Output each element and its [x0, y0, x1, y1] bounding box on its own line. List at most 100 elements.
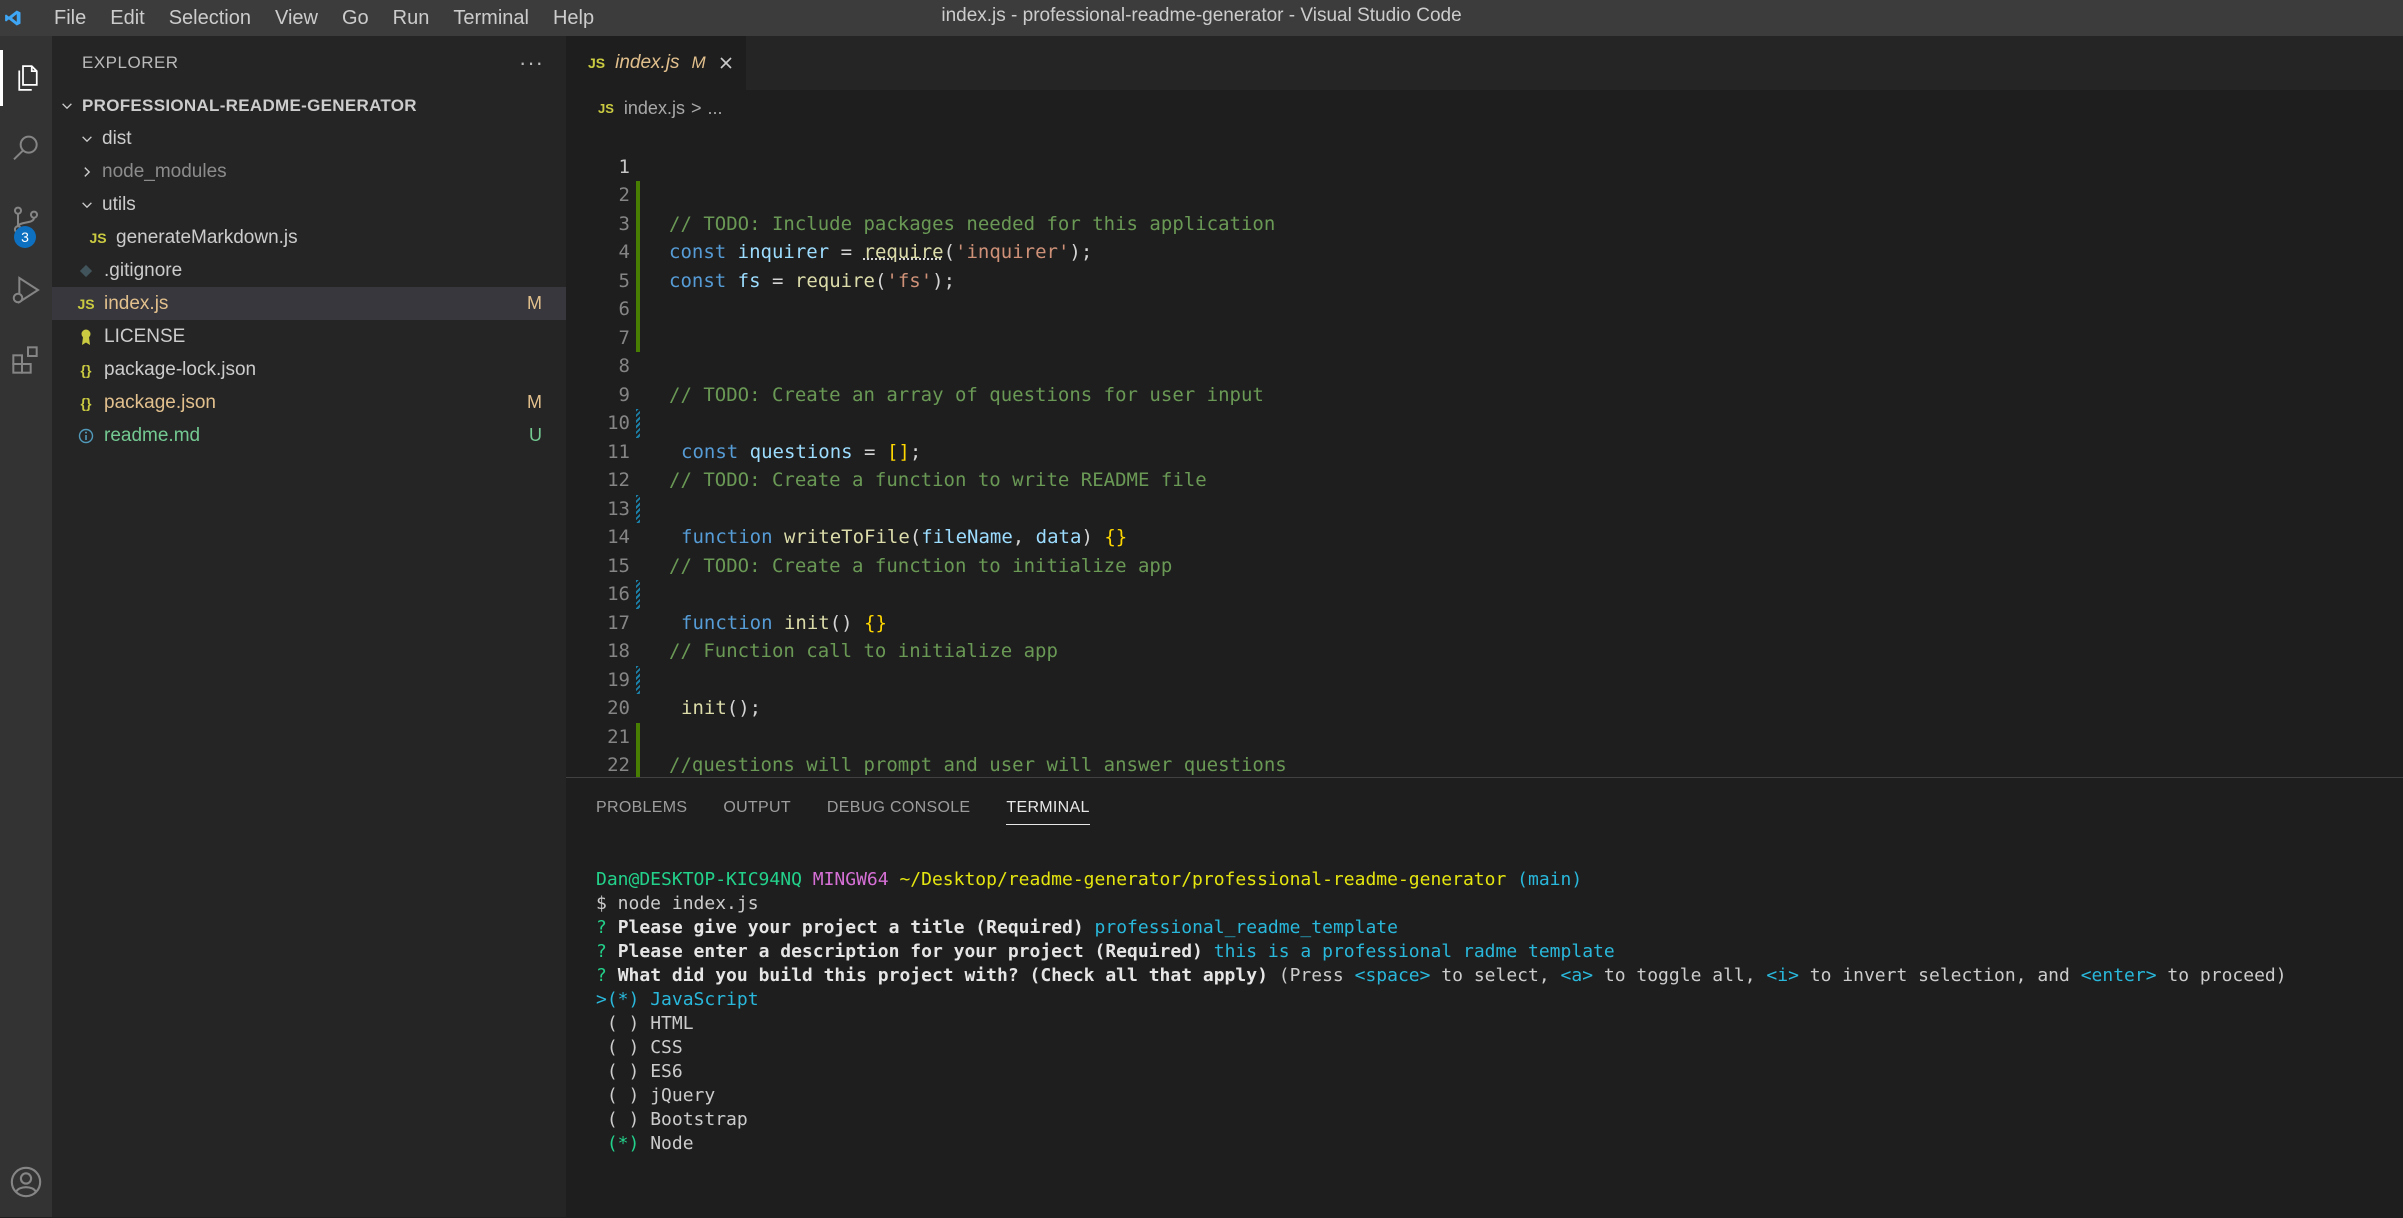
- code-line: 15 function init() {}: [566, 523, 2403, 634]
- menu-run[interactable]: Run: [381, 0, 442, 36]
- explorer-title: EXPLORER: [82, 53, 179, 72]
- checkbox-option[interactable]: ( ) HTML: [596, 1012, 2403, 1036]
- accounts-icon[interactable]: [0, 1154, 52, 1210]
- panel-tab-bar: PROBLEMS OUTPUT DEBUG CONSOLE TERMINAL: [566, 778, 2403, 838]
- js-file-icon: JS: [588, 55, 606, 71]
- tab-modified-indicator: M: [691, 53, 706, 72]
- explorer-sidebar: EXPLORER ··· PROFESSIONAL-README-GENERAT…: [52, 36, 566, 1217]
- close-icon[interactable]: [718, 55, 734, 71]
- code-line: 16: [566, 552, 2403, 605]
- code-line: 18 init();: [566, 609, 2403, 719]
- hint-text: to toggle all,: [1593, 965, 1767, 986]
- terminal-command: $ node index.js: [596, 893, 759, 914]
- source-control-icon[interactable]: 3: [0, 192, 52, 248]
- project-folder[interactable]: PROFESSIONAL-README-GENERATOR: [52, 90, 566, 122]
- key-hint: <a>: [1560, 965, 1594, 986]
- menu-terminal[interactable]: Terminal: [441, 0, 541, 36]
- code-line: 21: [566, 694, 2403, 777]
- tree-item-label: .gitignore: [104, 259, 183, 281]
- code-line: 11 // TODO: Create a function to write R…: [566, 409, 2403, 492]
- activity-bar: 3: [0, 36, 52, 1217]
- code-editor[interactable]: 1 // TODO: Include packages needed for t…: [566, 124, 2403, 777]
- option-marker: ( ): [596, 1013, 651, 1034]
- bottom-panel: PROBLEMS OUTPUT DEBUG CONSOLE TERMINAL D…: [566, 777, 2403, 1218]
- menu-go[interactable]: Go: [330, 0, 381, 36]
- chevron-down-icon: [58, 97, 76, 115]
- question-text: Please enter a description for your proj…: [617, 941, 1203, 962]
- tab-terminal[interactable]: TERMINAL: [1006, 792, 1090, 825]
- tree-item-package-json[interactable]: {} package.json M: [52, 386, 566, 419]
- checkbox-option[interactable]: ( ) ES6: [596, 1060, 2403, 1084]
- checkbox-option[interactable]: (*) Node: [596, 1132, 2403, 1156]
- question-answer: this is a professional radme template: [1213, 941, 1615, 962]
- tree-item-label: node_modules: [102, 160, 227, 182]
- code-line: 3 const fs = require('fs');: [566, 181, 2403, 292]
- checkbox-option[interactable]: >(*) JavaScript: [596, 988, 2403, 1012]
- tree-item-label: package-lock.json: [104, 358, 257, 380]
- menu-edit[interactable]: Edit: [98, 0, 156, 36]
- tree-item-gitignore[interactable]: .gitignore: [52, 254, 566, 287]
- checkbox-option[interactable]: ( ) CSS: [596, 1036, 2403, 1060]
- tree-item-dist[interactable]: dist: [52, 122, 566, 155]
- breadcrumb-file[interactable]: index.js: [624, 98, 685, 119]
- editor-tab-bar: JS index.js M: [566, 36, 2403, 90]
- option-label: HTML: [650, 1013, 694, 1034]
- terminal[interactable]: Dan@DESKTOP-KIC94NQ MINGW64 ~/Desktop/re…: [596, 868, 2403, 1156]
- terminal-path: ~/Desktop/readme-generator/professional-…: [899, 869, 1507, 890]
- tab-problems[interactable]: PROBLEMS: [596, 792, 687, 824]
- code-line: 5: [566, 238, 2403, 324]
- tree-item-package-lock[interactable]: {} package-lock.json: [52, 353, 566, 386]
- menu-view[interactable]: View: [263, 0, 330, 36]
- source-control-badge: 3: [14, 226, 36, 248]
- option-label: ES6: [650, 1061, 683, 1082]
- git-status-untracked: U: [529, 425, 542, 445]
- tree-item-readme[interactable]: readme.md U: [52, 419, 566, 452]
- code-line: 19: [566, 637, 2403, 691]
- tree-item-label: utils: [102, 193, 136, 215]
- tree-item-utils[interactable]: utils: [52, 188, 566, 221]
- question-mark: ?: [596, 917, 618, 938]
- code-line: 6: [566, 267, 2403, 352]
- chevron-down-icon: [78, 130, 96, 148]
- key-hint: <i>: [1766, 965, 1799, 986]
- menu-selection[interactable]: Selection: [157, 0, 263, 36]
- explorer-icon[interactable]: [0, 50, 52, 106]
- terminal-shell: MINGW64: [812, 869, 889, 890]
- tree-item-label: package.json: [104, 391, 216, 413]
- question-text: Please give your project a title (Requir…: [617, 917, 1084, 938]
- key-hint: <space>: [1354, 965, 1431, 986]
- project-name: PROFESSIONAL-README-GENERATOR: [82, 96, 417, 115]
- run-debug-icon[interactable]: [0, 262, 52, 318]
- code-line: 17 // Function call to initialize app: [566, 580, 2403, 663]
- option-label: jQuery: [650, 1085, 716, 1106]
- tree-item-license[interactable]: LICENSE: [52, 320, 566, 353]
- code-line: 13: [566, 466, 2403, 520]
- search-icon[interactable]: [0, 120, 52, 176]
- terminal-branch: (main): [1517, 869, 1583, 890]
- tree-item-index-js[interactable]: JS index.js M: [52, 287, 566, 320]
- code-line: 23 .prompt(: [566, 751, 2403, 777]
- extensions-icon[interactable]: [0, 332, 52, 388]
- vscode-logo-icon: [0, 0, 26, 36]
- terminal-question-title: ? Please give your project a title (Requ…: [596, 916, 2403, 940]
- code-line: 12 function writeToFile(fileName, data) …: [566, 438, 2403, 548]
- menu-file[interactable]: File: [42, 0, 98, 36]
- code-line: 9 const questions = [];: [566, 352, 2403, 463]
- code-line: 1 // TODO: Include packages needed for t…: [566, 124, 2403, 235]
- chevron-down-icon: [78, 196, 96, 214]
- more-actions-icon[interactable]: ···: [519, 50, 544, 76]
- breadcrumb-symbols[interactable]: ...: [707, 98, 722, 119]
- tab-output[interactable]: OUTPUT: [723, 792, 791, 824]
- tab-debug-console[interactable]: DEBUG CONSOLE: [827, 792, 971, 824]
- tree-item-node-modules[interactable]: node_modules: [52, 155, 566, 188]
- breadcrumb-separator: >: [690, 97, 702, 118]
- option-label: Bootstrap: [650, 1109, 748, 1130]
- code-line: 22 inquirer: [566, 723, 2403, 776]
- tab-index-js[interactable]: JS index.js M: [566, 36, 746, 90]
- menu-help[interactable]: Help: [541, 0, 606, 36]
- tree-item-generatemarkdown[interactable]: JS generateMarkdown.js: [52, 221, 566, 254]
- checkbox-option[interactable]: ( ) Bootstrap: [596, 1108, 2403, 1132]
- hint-text: to invert selection, and: [1798, 965, 2081, 986]
- option-marker: ( ): [596, 1037, 651, 1058]
- checkbox-option[interactable]: ( ) jQuery: [596, 1084, 2403, 1108]
